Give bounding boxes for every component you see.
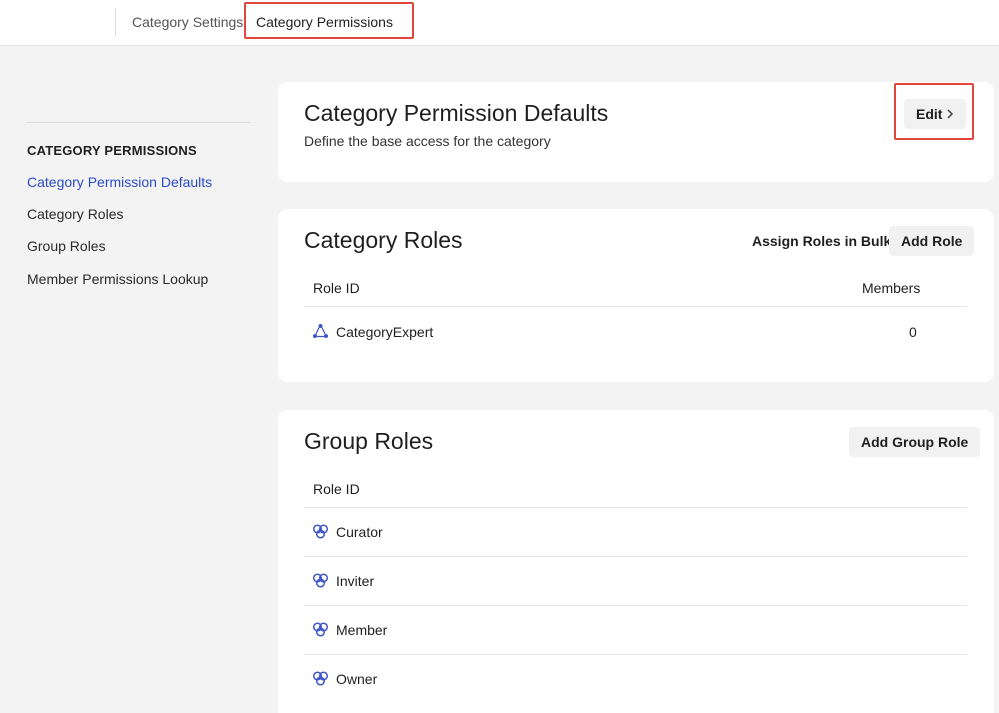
group-role-icon: [312, 573, 329, 588]
row-divider: [304, 605, 967, 606]
table-header-divider: [304, 306, 967, 307]
role-name: Owner: [336, 671, 378, 687]
permission-defaults-description: Define the base access for the category: [304, 133, 551, 149]
group-role-icon: [312, 671, 329, 686]
tab-divider: [115, 8, 116, 36]
table-header-divider: [304, 507, 967, 508]
top-tab-bar: Category Settings Category Permissions: [0, 0, 999, 46]
sidebar-item-group-roles[interactable]: Group Roles: [27, 238, 106, 254]
row-divider: [304, 556, 967, 557]
group-roles-card: Group Roles Add Group Role Role ID Curat…: [278, 410, 994, 713]
role-name: CategoryExpert: [336, 324, 434, 340]
edit-highlight-box: [894, 83, 974, 140]
tab-highlight-box: [244, 2, 414, 39]
column-header-role-id: Role ID: [313, 280, 360, 296]
sidebar-item-category-permission-defaults[interactable]: Category Permission Defaults: [27, 174, 212, 190]
assign-roles-in-bulk-button[interactable]: Assign Roles in Bulk: [752, 226, 891, 256]
category-roles-card: Category Roles Assign Roles in Bulk Add …: [278, 209, 994, 382]
row-divider: [304, 654, 967, 655]
sidebar-heading: CATEGORY PERMISSIONS: [27, 143, 197, 158]
category-role-icon: [313, 324, 328, 338]
group-role-icon: [312, 622, 329, 637]
category-roles-title: Category Roles: [304, 227, 463, 253]
column-header-role-id: Role ID: [313, 481, 360, 497]
role-name: Inviter: [336, 573, 375, 589]
permission-defaults-title: Category Permission Defaults: [304, 100, 609, 126]
column-header-members: Members: [862, 280, 921, 296]
tab-category-settings[interactable]: Category Settings: [132, 0, 243, 46]
member-count: 0: [909, 324, 917, 340]
add-role-button[interactable]: Add Role: [889, 226, 975, 256]
group-roles-title: Group Roles: [304, 428, 434, 454]
group-role-icon: [312, 524, 329, 539]
permission-defaults-card: Category Permission Defaults Define the …: [278, 82, 994, 182]
add-group-role-button[interactable]: Add Group Role: [849, 427, 981, 457]
sidebar-divider: [27, 122, 251, 123]
sidebar-item-member-permissions-lookup[interactable]: Member Permissions Lookup: [27, 271, 208, 287]
sidebar-item-category-roles[interactable]: Category Roles: [27, 206, 124, 222]
role-name: Member: [336, 622, 388, 638]
role-name: Curator: [336, 524, 383, 540]
